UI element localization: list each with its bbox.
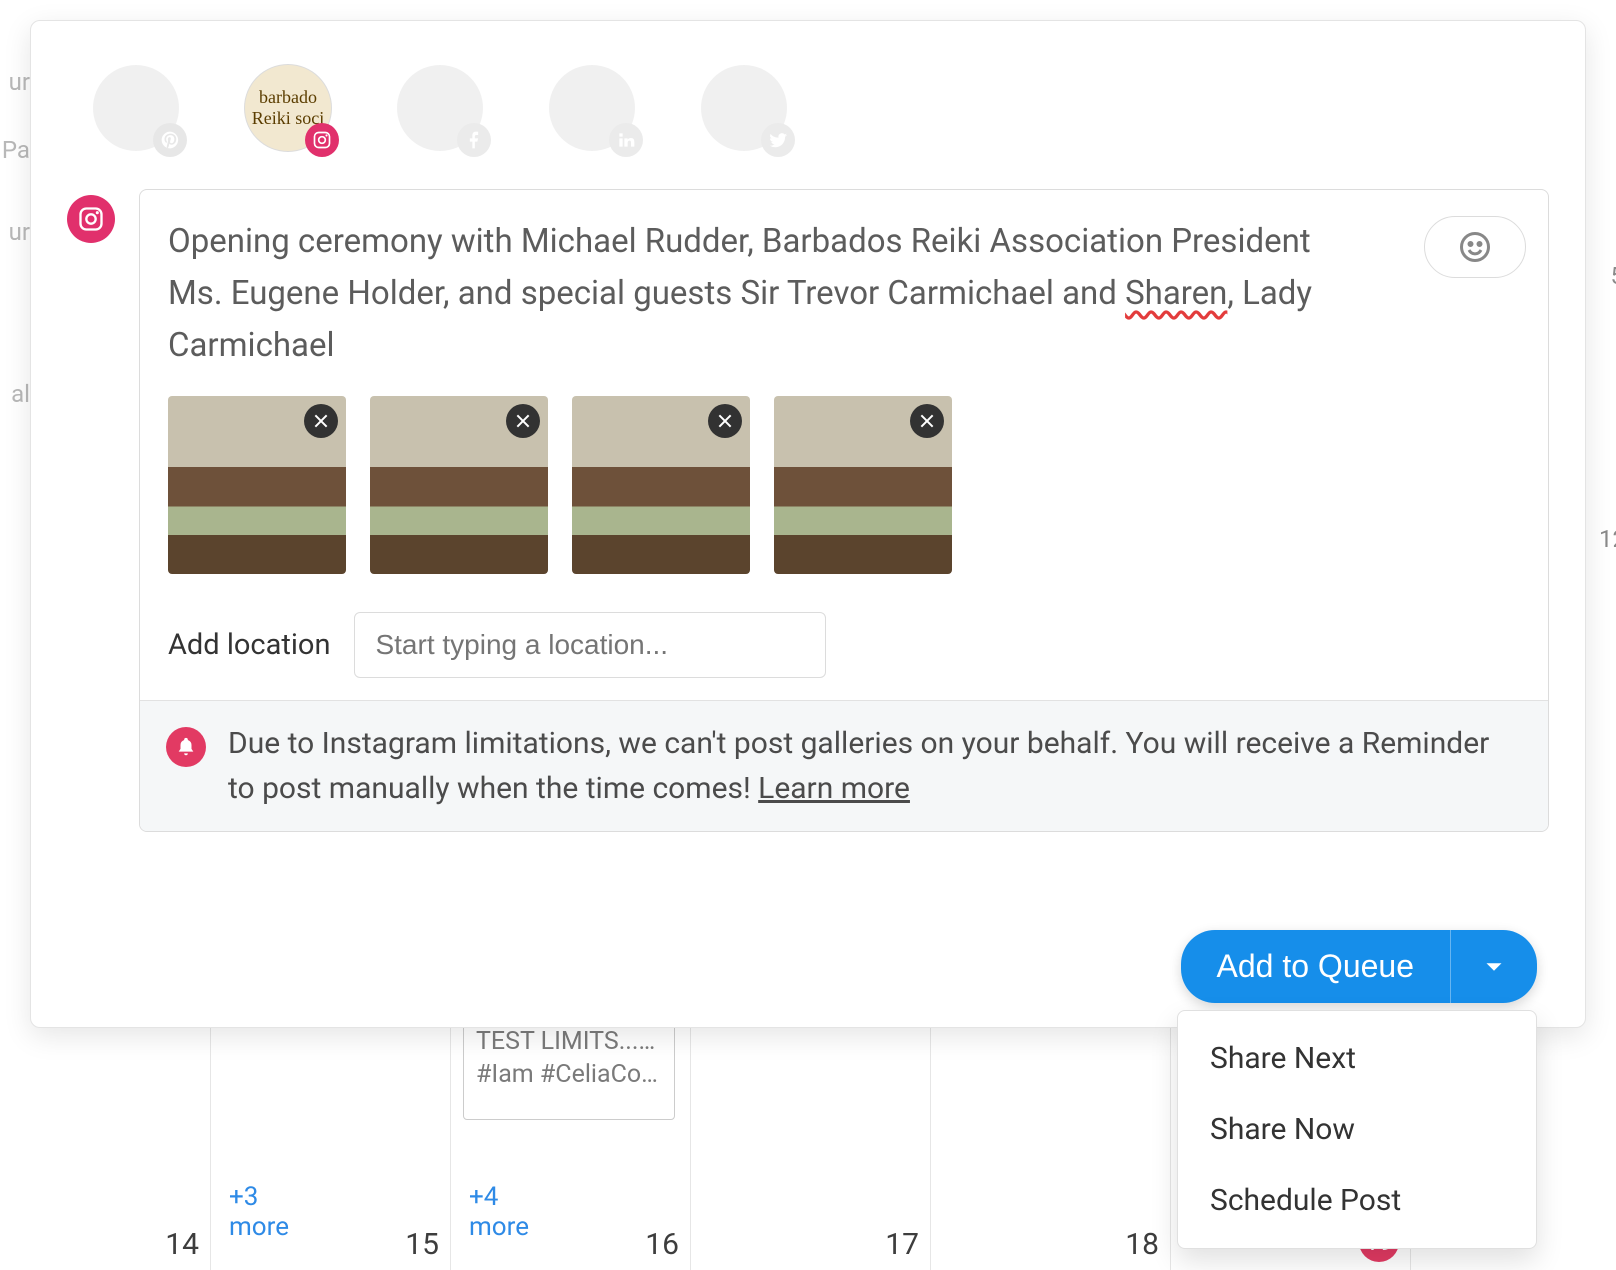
action-menu: Share Next Share Now Schedule Post: [1177, 1010, 1537, 1249]
learn-more-link[interactable]: Learn more: [758, 771, 910, 806]
bg-label: Pa: [0, 136, 30, 164]
location-input[interactable]: [354, 612, 826, 678]
cell-more[interactable]: +3 more: [229, 1182, 289, 1242]
image-gallery: [168, 396, 1520, 574]
schedule-post-option[interactable]: Schedule Post: [1178, 1165, 1536, 1236]
remove-image-button[interactable]: [304, 404, 338, 438]
primary-action-split-button: Add to Queue: [1181, 930, 1537, 1003]
open-action-menu-button[interactable]: [1450, 930, 1537, 1003]
account-picker: barbado Reiki soci: [67, 57, 1549, 181]
linkedin-icon: [609, 123, 643, 157]
account-facebook[interactable]: [397, 65, 483, 151]
remove-image-button[interactable]: [506, 404, 540, 438]
cell-date: 17: [885, 1227, 919, 1262]
bg-label: al: [0, 380, 30, 408]
card-line: #Iam #CeliaCol...: [464, 1056, 674, 1089]
cell-date: 14: [165, 1227, 199, 1262]
cell-date: 18: [1125, 1227, 1159, 1262]
image-thumb[interactable]: [370, 396, 548, 574]
account-twitter[interactable]: [701, 65, 787, 151]
add-location-label: Add location: [168, 628, 330, 662]
bg-date: 12: [1599, 525, 1616, 553]
add-to-queue-button[interactable]: Add to Queue: [1181, 930, 1450, 1003]
emoji-button[interactable]: [1424, 216, 1526, 278]
image-thumb[interactable]: [168, 396, 346, 574]
instagram-limitation-notice: Due to Instagram limitations, we can't p…: [140, 700, 1548, 831]
share-now-option[interactable]: Share Now: [1178, 1094, 1536, 1165]
pinterest-icon: [153, 123, 187, 157]
account-instagram[interactable]: barbado Reiki soci: [245, 65, 331, 151]
twitter-icon: [761, 123, 795, 157]
instagram-icon: [305, 123, 339, 157]
bg-date: 5: [1611, 262, 1616, 290]
composer-modal: barbado Reiki soci: [30, 20, 1586, 1028]
image-thumb[interactable]: [774, 396, 952, 574]
spellcheck-word[interactable]: Sharen: [1125, 274, 1227, 313]
cell-date: 15: [405, 1227, 439, 1262]
cell-more[interactable]: +4 more: [469, 1182, 529, 1242]
caption-text[interactable]: Opening ceremony with Michael Rudder, Ba…: [168, 216, 1338, 372]
remove-image-button[interactable]: [910, 404, 944, 438]
bg-label: ur: [0, 68, 30, 96]
bg-label: ur: [0, 218, 30, 246]
composer-card: Opening ceremony with Michael Rudder, Ba…: [139, 189, 1549, 832]
account-pinterest[interactable]: [93, 65, 179, 151]
active-platform-badge: [67, 195, 115, 243]
cell-date: 16: [645, 1227, 679, 1262]
remove-image-button[interactable]: [708, 404, 742, 438]
share-next-option[interactable]: Share Next: [1178, 1023, 1536, 1094]
account-linkedin[interactable]: [549, 65, 635, 151]
facebook-icon: [457, 123, 491, 157]
bell-icon: [166, 727, 206, 767]
image-thumb[interactable]: [572, 396, 750, 574]
